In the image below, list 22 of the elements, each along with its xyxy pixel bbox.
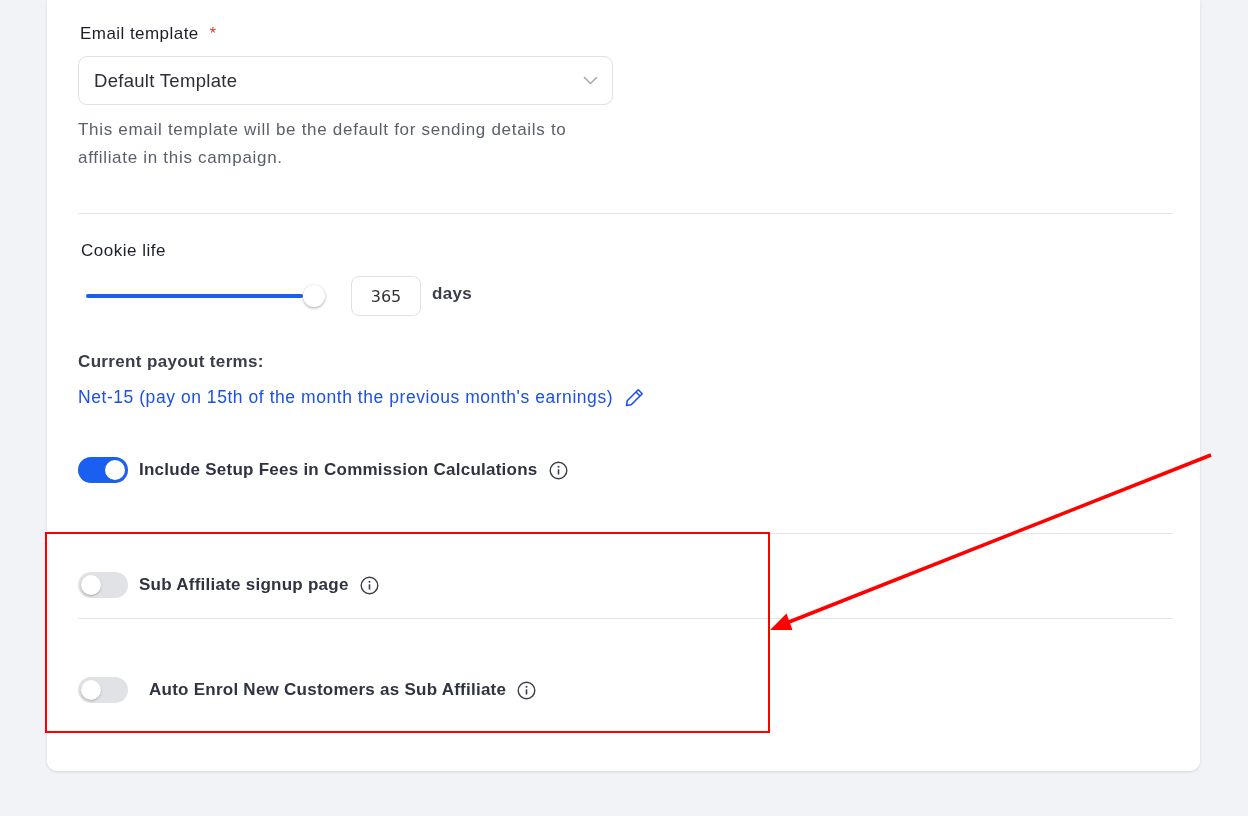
pencil-icon[interactable]: [625, 387, 645, 407]
toggle-label: Sub Affiliate signup page: [139, 575, 349, 595]
field-label: Email template: [80, 24, 199, 44]
info-icon[interactable]: [359, 575, 379, 595]
days-field[interactable]: 365: [351, 276, 421, 316]
toggle-switch[interactable]: [78, 457, 128, 483]
template-select[interactable]: Default Template: [78, 56, 613, 105]
chevron-down-icon: [583, 76, 598, 85]
toggle-label: Auto Enrol New Customers as Sub Affiliate: [149, 680, 507, 700]
field-label: Current payout terms:: [78, 351, 264, 373]
field-label: Cookie life: [81, 240, 166, 262]
toggle-label: Include Setup Fees in Commission Calculations: [139, 460, 538, 480]
help-text: This email template will be the default for sending details to affiliate in this campaign.: [78, 119, 568, 169]
info-icon[interactable]: [548, 460, 568, 480]
unit-label: days: [432, 284, 472, 304]
info-icon[interactable]: [517, 680, 537, 700]
slider-track[interactable]: [86, 294, 303, 298]
payout-terms-link[interactable]: Net-15 (pay on 15th of the month the previous month's earnings): [78, 386, 614, 408]
toggle-switch[interactable]: [78, 572, 128, 598]
required-mark: *: [209, 25, 217, 43]
slider-handle[interactable]: [303, 285, 325, 307]
toggle-switch[interactable]: [78, 677, 128, 703]
